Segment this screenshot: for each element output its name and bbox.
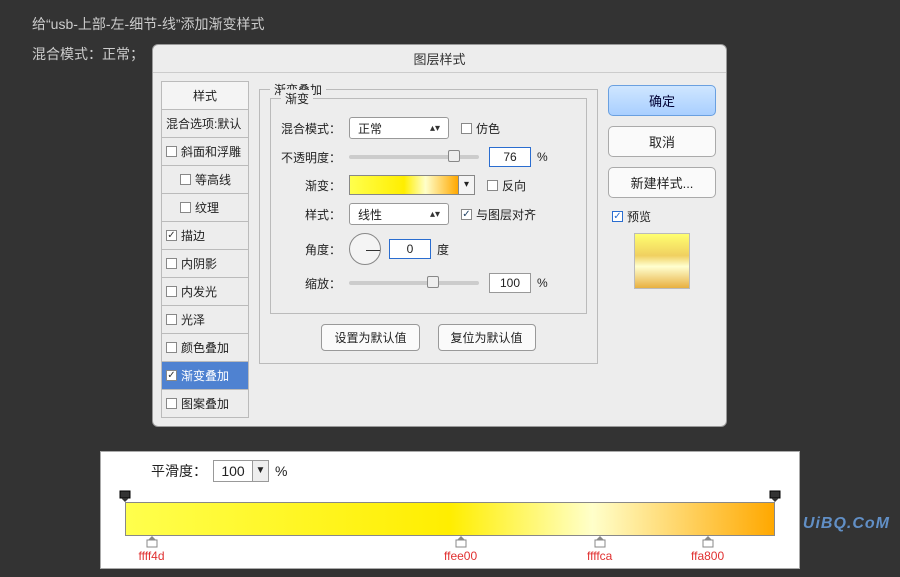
gradient-bar[interactable] — [125, 502, 775, 536]
style-item-label: 颜色叠加 — [181, 339, 229, 356]
scale-slider[interactable] — [349, 281, 479, 285]
blending-options-default[interactable]: 混合选项:默认 — [161, 110, 249, 138]
style-item[interactable]: 内发光 — [161, 278, 249, 306]
smoothness-value: 100 — [214, 463, 252, 479]
style-item[interactable]: 光泽 — [161, 306, 249, 334]
chevron-updown-icon: ▴▾ — [430, 209, 440, 220]
color-stop-hex: ffee00 — [444, 549, 477, 563]
layer-style-dialog: 图层样式 样式 混合选项:默认 斜面和浮雕等高线纹理 ✓ 描边内阴影内发光光泽颜色叠… — [152, 44, 727, 427]
style-value: 线性 — [358, 206, 382, 223]
chevron-down-icon: ▼ — [252, 461, 268, 481]
style-item-label: 图案叠加 — [181, 395, 229, 412]
style-item[interactable]: 斜面和浮雕 — [161, 138, 249, 166]
style-item[interactable]: 颜色叠加 — [161, 334, 249, 362]
dither-label: 仿色 — [476, 120, 500, 137]
reverse-checkbox[interactable] — [487, 180, 498, 191]
opacity-stop[interactable] — [769, 490, 781, 502]
opacity-input[interactable]: 76 — [489, 147, 531, 167]
style-item[interactable]: ✓ 渐变叠加 — [161, 362, 249, 390]
reset-default-button[interactable]: 复位为默认值 — [438, 324, 536, 351]
gradient-overlay-group: 渐变叠加 渐变 混合模式： 正常 ▴▾ — [259, 89, 598, 364]
ok-button[interactable]: 确定 — [608, 85, 716, 116]
angle-input[interactable]: 0 — [389, 239, 431, 259]
style-item-label: 光泽 — [181, 311, 205, 328]
opacity-stop[interactable] — [119, 490, 131, 502]
blend-mode-value: 正常 — [358, 120, 382, 137]
description-text: 给“usb-上部-左-细节-线”添加渐变样式 — [32, 14, 868, 34]
gradient-dropdown-icon[interactable]: ▾ — [459, 175, 475, 195]
style-checkbox[interactable] — [180, 202, 191, 213]
preview-label: 预览 — [627, 208, 651, 225]
percent-label: % — [537, 150, 548, 164]
preview-checkbox[interactable] — [612, 211, 623, 222]
gradient-swatch[interactable] — [349, 175, 459, 195]
color-stop[interactable]: ffee00 — [444, 536, 477, 563]
style-item[interactable]: ✓ 描边 — [161, 222, 249, 250]
color-stop[interactable]: ffff4d — [139, 536, 165, 563]
blend-summary: 混合模式：正常； — [32, 44, 144, 64]
angle-label: 角度： — [281, 241, 341, 258]
percent-label: % — [275, 463, 287, 479]
watermark: UiBQ.CoM — [803, 515, 890, 533]
color-stop[interactable]: ffa800 — [691, 536, 724, 563]
color-stop-hex: ffff4d — [139, 549, 165, 563]
blend-mode-select[interactable]: 正常 ▴▾ — [349, 117, 449, 139]
opacity-slider[interactable] — [349, 155, 479, 159]
style-list: 样式 混合选项:默认 斜面和浮雕等高线纹理 ✓ 描边内阴影内发光光泽颜色叠加 ✓ 渐变叠… — [161, 81, 249, 418]
dither-checkbox[interactable] — [461, 123, 472, 134]
style-item-label: 内阴影 — [181, 255, 217, 272]
style-checkbox[interactable]: ✓ — [166, 230, 177, 241]
color-stop-hex: ffa800 — [691, 549, 724, 563]
dialog-title: 图层样式 — [153, 45, 726, 73]
align-checkbox[interactable] — [461, 209, 472, 220]
style-checkbox[interactable] — [166, 314, 177, 325]
scale-input[interactable]: 100 — [489, 273, 531, 293]
style-item-label: 斜面和浮雕 — [181, 143, 241, 160]
style-checkbox[interactable] — [166, 258, 177, 269]
style-checkbox[interactable] — [180, 174, 191, 185]
smoothness-input[interactable]: 100 ▼ — [213, 460, 269, 482]
style-item[interactable]: 纹理 — [161, 194, 249, 222]
percent-label: % — [537, 276, 548, 290]
style-checkbox[interactable] — [166, 286, 177, 297]
smoothness-label: 平滑度： — [151, 461, 207, 481]
color-stop-hex: ffffca — [587, 549, 612, 563]
style-item-label: 等高线 — [195, 171, 231, 188]
scale-label: 缩放： — [281, 275, 341, 292]
new-style-button[interactable]: 新建样式... — [608, 167, 716, 198]
style-item[interactable]: 图案叠加 — [161, 390, 249, 418]
gradient-editor: 平滑度： 100 ▼ % ffff4d ffee00 ffffca ffa800 — [100, 451, 800, 569]
gradient-label: 渐变： — [281, 177, 341, 194]
align-label: 与图层对齐 — [476, 206, 536, 223]
preview-swatch — [634, 233, 690, 289]
style-checkbox[interactable] — [166, 398, 177, 409]
style-item-label: 描边 — [181, 227, 205, 244]
style-item-label: 内发光 — [181, 283, 217, 300]
style-item[interactable]: 等高线 — [161, 166, 249, 194]
inner-legend: 渐变 — [281, 90, 313, 107]
style-item-label: 纹理 — [195, 199, 219, 216]
style-checkbox[interactable]: ✓ — [166, 370, 177, 381]
style-checkbox[interactable] — [166, 146, 177, 157]
style-checkbox[interactable] — [166, 342, 177, 353]
opacity-label: 不透明度： — [281, 149, 341, 166]
color-stop[interactable]: ffffca — [587, 536, 612, 563]
reverse-label: 反向 — [502, 177, 526, 194]
style-label: 样式： — [281, 206, 341, 223]
angle-dial[interactable] — [349, 233, 381, 265]
chevron-updown-icon: ▴▾ — [430, 123, 440, 134]
style-item-label: 渐变叠加 — [181, 367, 229, 384]
cancel-button[interactable]: 取消 — [608, 126, 716, 157]
blend-mode-label: 混合模式： — [281, 120, 341, 137]
style-select[interactable]: 线性 ▴▾ — [349, 203, 449, 225]
gradient-inner-group: 渐变 混合模式： 正常 ▴▾ 仿色 — [270, 98, 587, 314]
angle-unit: 度 — [437, 241, 449, 258]
style-item[interactable]: 内阴影 — [161, 250, 249, 278]
set-default-button[interactable]: 设置为默认值 — [321, 324, 419, 351]
style-header[interactable]: 样式 — [161, 81, 249, 110]
